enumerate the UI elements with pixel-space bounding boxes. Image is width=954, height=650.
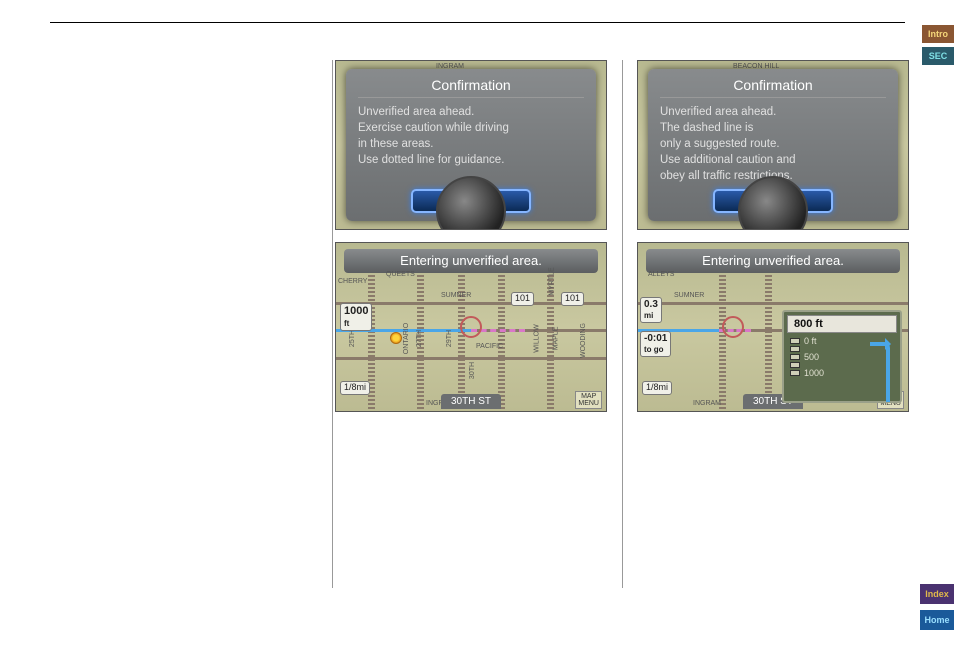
distance-pill: 0.3 mi bbox=[640, 297, 662, 323]
distance-value: 0.3 bbox=[644, 299, 658, 310]
distance-unit: mi bbox=[644, 311, 653, 320]
road-label: ALLEYS bbox=[648, 271, 674, 278]
poi-gas-icon bbox=[390, 332, 402, 344]
vehicle-position-icon bbox=[722, 316, 744, 338]
road-line bbox=[765, 275, 772, 411]
map-canvas[interactable]: CHERRY QUEETS SUMNER MYRTLE PACIFIC INGR… bbox=[336, 275, 606, 411]
dialog-line: Exercise caution while driving bbox=[358, 120, 584, 136]
map-menu-line1: MAP bbox=[581, 393, 596, 400]
road-label: INGRAM bbox=[693, 400, 721, 407]
dialog-line: Unverified area ahead. bbox=[358, 104, 584, 120]
dialog-body: Unverified area ahead. The dashed line i… bbox=[660, 104, 886, 185]
road-label: CHERRY bbox=[338, 278, 367, 285]
side-tabs-bottom: Index Home bbox=[920, 584, 954, 630]
column-left: INGRAM Confirmation Unverified area ahea… bbox=[335, 60, 607, 424]
tick-label: 0 ft bbox=[804, 336, 817, 346]
tab-home[interactable]: Home bbox=[920, 610, 954, 630]
map-banner: Entering unverified area. bbox=[646, 249, 900, 273]
map-canvas[interactable]: ALLEYS SUMNER INGRAM 1ST 0.3 mi -0:01 to… bbox=[638, 275, 908, 411]
tick-label: 500 bbox=[804, 352, 819, 362]
road-label: ONTARIO bbox=[403, 323, 410, 354]
dialog-line: in these areas. bbox=[358, 136, 584, 152]
scale-pill[interactable]: 1/8mi bbox=[340, 381, 370, 395]
road-label: SUMNER bbox=[441, 292, 471, 299]
road-line bbox=[638, 302, 908, 305]
tick-label: 1000 bbox=[804, 368, 824, 378]
dialog-line: Use dotted line for guidance. bbox=[358, 152, 584, 168]
dialog-title: Confirmation bbox=[358, 77, 584, 98]
tab-sec[interactable]: SEC bbox=[922, 47, 954, 65]
page-rule bbox=[50, 22, 905, 23]
road-label: 29TH bbox=[446, 330, 453, 347]
confirmation-dialog: Confirmation Unverified area ahead. The … bbox=[648, 69, 898, 221]
nav-screen-confirmation-left: INGRAM Confirmation Unverified area ahea… bbox=[335, 60, 607, 230]
tick-icon bbox=[790, 362, 800, 368]
road-label: 25TH bbox=[349, 330, 356, 347]
tick-icon bbox=[790, 338, 800, 344]
distance-value: 1000 bbox=[344, 305, 368, 317]
guidance-distance: 800 ft bbox=[787, 315, 897, 333]
vehicle-position-icon bbox=[460, 316, 482, 338]
tick-icon bbox=[790, 346, 800, 352]
content-columns: INGRAM Confirmation Unverified area ahea… bbox=[335, 60, 923, 424]
road-label: 30TH bbox=[469, 362, 476, 379]
column-divider-1 bbox=[332, 60, 333, 588]
road-line bbox=[719, 275, 726, 411]
road-label: MYRTLE bbox=[548, 267, 555, 295]
highway-shield: 101 bbox=[561, 292, 584, 306]
current-street: 30TH ST bbox=[441, 394, 501, 409]
column-right: BEACON HILL Confirmation Unverified area… bbox=[637, 60, 909, 424]
road-label: SUMNER bbox=[674, 292, 704, 299]
distance-pill: 1000 ft bbox=[340, 303, 372, 331]
dialog-line: The dashed line is bbox=[660, 120, 886, 136]
tick-icon bbox=[790, 370, 800, 376]
dialog-line: Use additional caution and bbox=[660, 152, 886, 168]
dialog-title: Confirmation bbox=[660, 77, 886, 98]
time-togo: to go bbox=[644, 345, 664, 354]
map-menu-line2: MENU bbox=[578, 400, 599, 407]
distance-unit: ft bbox=[344, 319, 349, 328]
tab-index[interactable]: Index bbox=[920, 584, 954, 604]
map-menu-button[interactable]: MAP MENU bbox=[575, 391, 602, 409]
map-banner: Entering unverified area. bbox=[344, 249, 598, 273]
road-label: MAPLE bbox=[553, 327, 560, 351]
road-label: 27TH bbox=[416, 330, 423, 347]
scale-pill[interactable]: 1/8mi bbox=[642, 381, 672, 395]
turn-right-arrow-icon bbox=[870, 342, 890, 402]
highway-shield: 101 bbox=[511, 292, 534, 306]
nav-screen-map-left: Entering unverified area. CHERRY QUEETS … bbox=[335, 242, 607, 412]
road-line bbox=[336, 357, 606, 360]
road-label: QUEETS bbox=[386, 271, 415, 278]
tick-icon bbox=[790, 354, 800, 360]
dialog-line: Unverified area ahead. bbox=[660, 104, 886, 120]
road-label: WOODING bbox=[580, 323, 587, 358]
road-label: WILLOW bbox=[533, 324, 540, 352]
side-tabs-top: Intro SEC bbox=[922, 25, 954, 65]
nav-screen-confirmation-right: BEACON HILL Confirmation Unverified area… bbox=[637, 60, 909, 230]
dialog-body: Unverified area ahead. Exercise caution … bbox=[358, 104, 584, 185]
time-value: -0:01 bbox=[644, 333, 667, 344]
confirmation-dialog: Confirmation Unverified area ahead. Exer… bbox=[346, 69, 596, 221]
nav-screen-map-right: Entering unverified area. ALLEYS SUMNER … bbox=[637, 242, 909, 412]
road-label: PACIFIC bbox=[476, 343, 503, 350]
tab-intro[interactable]: Intro bbox=[922, 25, 954, 43]
dialog-line: only a suggested route. bbox=[660, 136, 886, 152]
time-pill: -0:01 to go bbox=[640, 331, 671, 357]
turn-guidance-panel: 800 ft 0 ft 500 1000 bbox=[782, 310, 902, 403]
